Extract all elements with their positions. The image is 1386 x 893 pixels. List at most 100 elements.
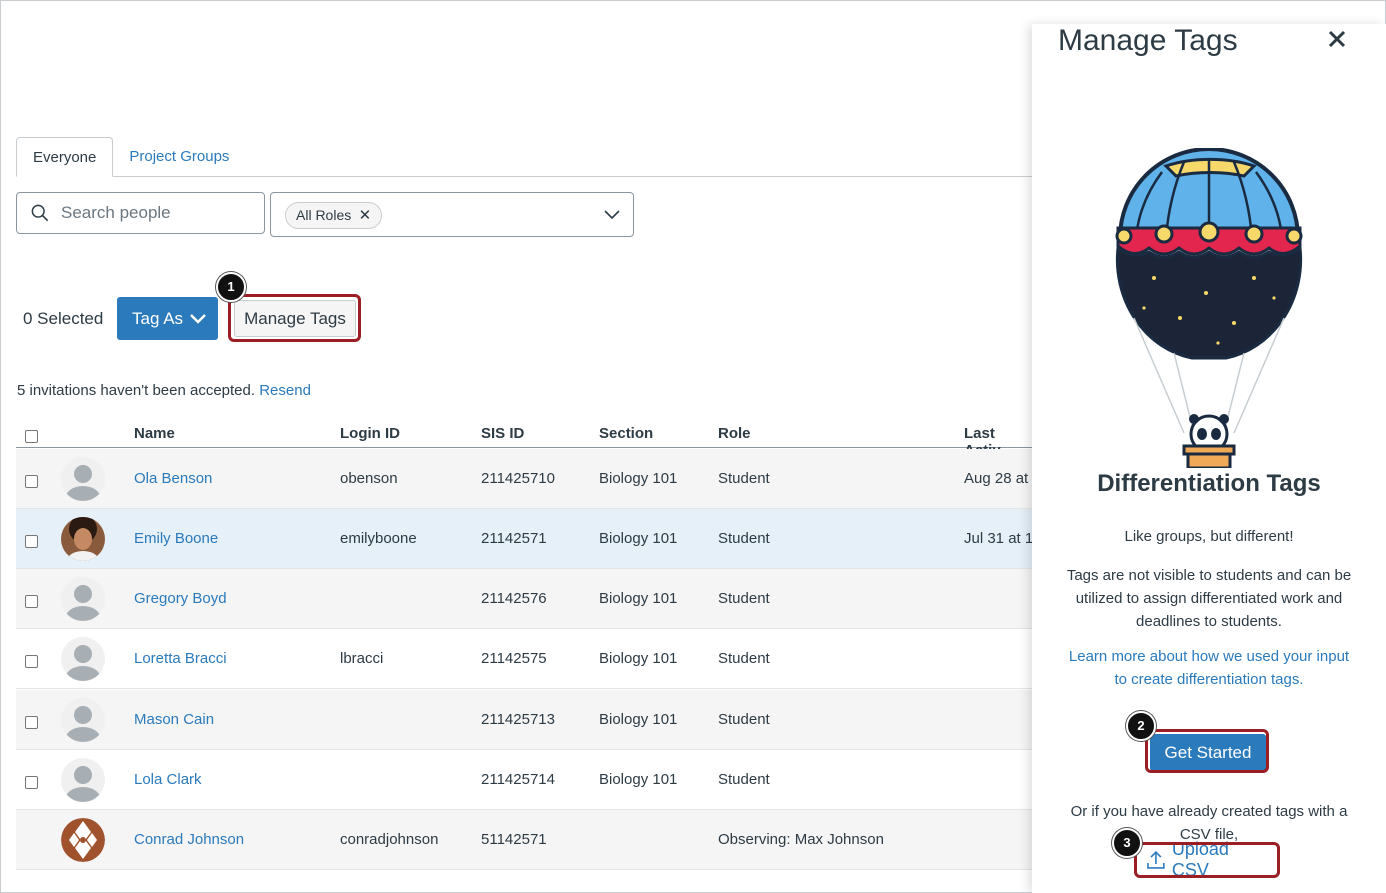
table-row: Loretta Bracci lbracci 21142575 Biology …: [16, 629, 1032, 689]
role-chip-label: All Roles: [296, 207, 352, 223]
hot-air-balloon-illustration: [1115, 148, 1303, 468]
table-row: Emily Boone emilyboone 21142571 Biology …: [16, 509, 1034, 569]
sis-id: 211425713: [481, 711, 555, 728]
role-chip[interactable]: All Roles ✕: [285, 202, 383, 229]
sis-id: 21142575: [481, 650, 547, 667]
role: Observing: Max Johnson: [718, 831, 884, 848]
chevron-down-icon: [190, 313, 206, 324]
callout-badge-2: 2: [1126, 711, 1156, 741]
header-name[interactable]: Name: [134, 425, 175, 442]
section: Biology 101: [599, 470, 678, 487]
invitations-notice: 5 invitations haven't been accepted. Res…: [17, 382, 311, 399]
tag-as-button[interactable]: Tag As: [117, 297, 218, 340]
invitations-text: 5 invitations haven't been accepted.: [17, 382, 256, 399]
description: Tags are not visible to students and can…: [1066, 567, 1352, 630]
section: Biology 101: [599, 590, 678, 607]
sis-id: 21142571: [481, 530, 547, 547]
table-row: Conrad Johnson conradjohnson 51142571 Ob…: [16, 810, 1032, 870]
student-name-link[interactable]: Loretta Bracci: [134, 650, 227, 667]
role: Student: [718, 771, 770, 788]
avatar-placeholder-icon: [66, 465, 100, 501]
avatar-pattern: [61, 818, 105, 862]
last-activity: Jul 31 at 1: [964, 530, 1034, 547]
avatar: [61, 517, 105, 561]
callout-highlight-2: [1145, 729, 1269, 773]
table-header: Name Login ID SIS ID Section Role Last A…: [16, 418, 1032, 459]
row-checkbox[interactable]: [25, 535, 38, 548]
chevron-down-icon[interactable]: [603, 205, 621, 223]
tagline: Like groups, but different!: [1124, 528, 1294, 545]
student-name-link[interactable]: Mason Cain: [134, 711, 214, 728]
section: Biology 101: [599, 650, 678, 667]
resend-link[interactable]: Resend: [259, 382, 311, 399]
header-section[interactable]: Section: [599, 425, 653, 442]
learn-more-link[interactable]: Learn more about how we used your input …: [1062, 645, 1356, 691]
avatar: [61, 698, 105, 742]
row-checkbox[interactable]: [25, 595, 38, 608]
role: Student: [718, 530, 770, 547]
avatar-placeholder-icon: [66, 766, 100, 802]
table-row: Lola Clark 211425714 Biology 101 Student: [16, 750, 1032, 810]
observer-name-link[interactable]: Conrad Johnson: [134, 831, 244, 848]
header-login-id[interactable]: Login ID: [340, 425, 400, 442]
sis-id: 211425714: [481, 771, 555, 788]
table-row: Mason Cain 211425713 Biology 101 Student: [16, 690, 1032, 750]
avatar-placeholder-icon: [66, 585, 100, 621]
callout-highlight-3: [1134, 842, 1280, 878]
search-icon: [31, 204, 49, 222]
avatar-placeholder-icon: [66, 645, 100, 681]
student-name-link[interactable]: Lola Clark: [134, 771, 202, 788]
avatar-photo: [61, 517, 105, 561]
search-input[interactable]: Search people: [16, 192, 265, 234]
select-all-checkbox[interactable]: [25, 430, 38, 443]
callout-highlight-1: [228, 294, 361, 342]
roles-filter-select[interactable]: All Roles ✕: [270, 192, 634, 237]
section: Biology 101: [599, 530, 678, 547]
sis-id: 51142571: [481, 831, 547, 848]
header-sis-id[interactable]: SIS ID: [481, 425, 524, 442]
avatar: [61, 457, 105, 501]
table-row: Ola Benson obenson 211425710 Biology 101…: [16, 449, 1032, 509]
callout-badge-1: 1: [216, 272, 246, 302]
avatar: [61, 577, 105, 621]
tab-everyone[interactable]: Everyone: [16, 137, 114, 177]
header-role[interactable]: Role: [718, 425, 751, 442]
row-checkbox[interactable]: [25, 776, 38, 789]
row-checkbox[interactable]: [25, 475, 38, 488]
student-name-link[interactable]: Gregory Boyd: [134, 590, 227, 607]
login-id: emilyboone: [340, 530, 417, 547]
avatar: [61, 818, 105, 862]
role: Student: [718, 711, 770, 728]
avatar: [61, 758, 105, 802]
tab-list: Everyone Project Groups: [16, 137, 245, 177]
login-id: obenson: [340, 470, 398, 487]
search-placeholder: Search people: [61, 203, 171, 222]
manage-tags-tray: Manage Tags Differentiation Tags Like gr…: [1032, 24, 1386, 893]
close-icon[interactable]: ✕: [359, 203, 372, 228]
close-icon[interactable]: [1326, 28, 1348, 50]
section: Biology 101: [599, 771, 678, 788]
last-activity: Aug 28 at: [964, 470, 1029, 487]
table-row: Gregory Boyd 21142576 Biology 101 Studen…: [16, 569, 1032, 629]
tab-project-groups[interactable]: Project Groups: [113, 137, 245, 177]
tabs-divider: [16, 176, 1032, 177]
student-name-link[interactable]: Emily Boone: [134, 530, 218, 547]
role: Student: [718, 650, 770, 667]
avatar: [61, 637, 105, 681]
sis-id: 211425710: [481, 470, 555, 487]
login-id: lbracci: [340, 650, 384, 667]
callout-badge-3: 3: [1112, 828, 1142, 858]
selected-count: 0 Selected: [23, 309, 104, 328]
avatar-placeholder-icon: [66, 706, 100, 742]
sis-id: 21142576: [481, 590, 547, 607]
differentiation-tags-heading: Differentiation Tags: [1097, 470, 1321, 497]
row-checkbox[interactable]: [25, 716, 38, 729]
student-name-link[interactable]: Ola Benson: [134, 470, 212, 487]
row-checkbox[interactable]: [25, 655, 38, 668]
role: Student: [718, 470, 770, 487]
role: Student: [718, 590, 770, 607]
tag-as-label: Tag As: [132, 308, 184, 328]
section: Biology 101: [599, 711, 678, 728]
tray-title: Manage Tags: [1058, 24, 1238, 57]
login-id: conradjohnson: [340, 831, 439, 848]
